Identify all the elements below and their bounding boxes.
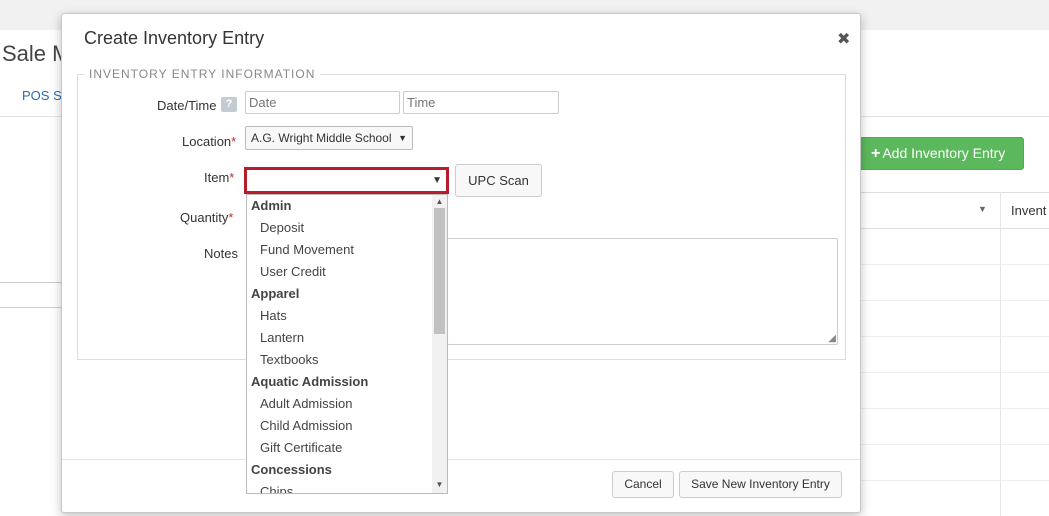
cancel-button[interactable]: Cancel bbox=[612, 471, 674, 498]
create-inventory-entry-dialog: Create Inventory Entry ✖ INVENTORY ENTRY… bbox=[61, 13, 861, 513]
plus-icon: + bbox=[871, 145, 881, 162]
sort-caret-icon[interactable]: ▼ bbox=[978, 204, 987, 214]
resize-handle-icon[interactable]: ◢ bbox=[828, 333, 836, 344]
scroll-down-icon[interactable]: ▼ bbox=[432, 480, 447, 489]
time-input[interactable] bbox=[403, 91, 559, 114]
table-row bbox=[860, 409, 1049, 445]
item-dropdown-list[interactable]: Admin Deposit Fund Movement User Credit … bbox=[246, 194, 448, 494]
save-inventory-entry-button[interactable]: Save New Inventory Entry bbox=[679, 471, 842, 498]
option-item[interactable]: Hats bbox=[247, 305, 433, 327]
scrollbar-thumb[interactable] bbox=[434, 208, 445, 334]
option-item[interactable]: Adult Admission bbox=[247, 393, 433, 415]
add-inventory-entry-button[interactable]: + Add Inventory Entry bbox=[858, 137, 1024, 170]
date-input[interactable] bbox=[245, 91, 400, 114]
option-group-label: Apparel bbox=[251, 286, 300, 301]
option-item[interactable]: Gift Certificate bbox=[247, 437, 433, 459]
notes-label: Notes bbox=[204, 246, 238, 261]
option-item[interactable]: Chips bbox=[247, 481, 433, 493]
table-row bbox=[860, 229, 1049, 265]
table-row bbox=[860, 265, 1049, 301]
required-mark: * bbox=[228, 210, 234, 225]
option-item[interactable]: User Credit bbox=[247, 261, 433, 283]
close-icon[interactable]: ✖ bbox=[837, 29, 850, 49]
option-item[interactable]: Lantern bbox=[247, 327, 433, 349]
location-value: A.G. Wright Middle School bbox=[251, 131, 392, 145]
option-item[interactable]: Deposit bbox=[247, 217, 433, 239]
item-select[interactable]: ▼ bbox=[244, 167, 449, 194]
item-label-text: Item bbox=[204, 170, 230, 185]
column-header-inventory[interactable]: Invent bbox=[1011, 203, 1046, 218]
option-group-label: Aquatic Admission bbox=[251, 374, 369, 389]
add-inventory-entry-label: Add Inventory Entry bbox=[882, 145, 1006, 161]
scroll-up-icon[interactable]: ▲ bbox=[432, 197, 447, 206]
required-mark: * bbox=[229, 170, 235, 185]
option-group-label: Admin bbox=[251, 198, 292, 213]
required-mark: * bbox=[231, 134, 237, 149]
table-row bbox=[860, 373, 1049, 409]
option-item[interactable]: Textbooks bbox=[247, 349, 433, 371]
dialog-title: Create Inventory Entry bbox=[84, 28, 265, 48]
dropdown-scrollbar[interactable]: ▲ ▼ bbox=[432, 195, 447, 493]
datetime-label: Date/Time bbox=[157, 98, 217, 113]
location-label: Location* bbox=[182, 134, 236, 149]
quantity-label: Quantity* bbox=[180, 210, 233, 225]
option-item[interactable]: Child Admission bbox=[247, 415, 433, 437]
option-group-label: Concessions bbox=[251, 462, 332, 477]
table-row bbox=[860, 445, 1049, 481]
table-row bbox=[860, 301, 1049, 337]
location-label-text: Location bbox=[182, 134, 232, 149]
notes-textarea[interactable]: ◢ bbox=[447, 238, 838, 345]
help-icon[interactable]: ? bbox=[221, 97, 237, 112]
chevron-down-icon: ▼ bbox=[432, 175, 442, 186]
item-label: Item* bbox=[204, 170, 234, 185]
location-select[interactable]: A.G. Wright Middle School ▼ bbox=[245, 126, 413, 150]
option-item[interactable]: Fund Movement bbox=[247, 239, 433, 261]
background-field bbox=[0, 282, 61, 308]
section-legend: INVENTORY ENTRY INFORMATION bbox=[84, 67, 321, 81]
table-row bbox=[860, 337, 1049, 373]
chevron-down-icon: ▼ bbox=[398, 133, 407, 143]
upc-scan-button[interactable]: UPC Scan bbox=[455, 164, 542, 197]
footer-divider bbox=[62, 459, 860, 460]
quantity-label-text: Quantity bbox=[180, 210, 229, 225]
item-options: Admin Deposit Fund Movement User Credit … bbox=[247, 195, 433, 493]
